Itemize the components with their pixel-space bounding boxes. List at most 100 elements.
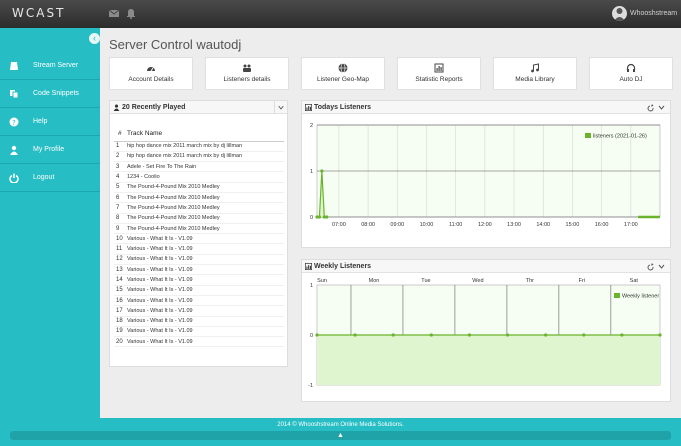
chevron-down-icon[interactable] (274, 101, 287, 114)
row-number: 7 (114, 202, 127, 214)
column-header-number: # (114, 126, 127, 142)
table-row: 20 Various - What It Is - V1.09 (114, 336, 284, 348)
row-number: 15 (114, 285, 127, 296)
table-row: 2 hip hop dance mix 2011 march mix by dj … (114, 151, 284, 163)
table-row: 10 Various - What It Is - V1.09 (114, 233, 284, 245)
row-number: 1 (114, 141, 127, 152)
user-avatar-icon (614, 8, 625, 21)
listeners-details-button[interactable]: Listeners details (205, 57, 289, 90)
auto-dj-button[interactable]: Auto DJ (589, 57, 673, 90)
data-point (620, 333, 624, 337)
row-number: 20 (114, 336, 127, 348)
top-bar: WCAST Whooshstream (0, 0, 681, 28)
track-name: The Pound-4-Pound Mix 2010 Medley (127, 202, 284, 214)
legend-label: Weekly listener (622, 294, 659, 300)
panel-tools[interactable] (647, 262, 667, 271)
main-content: ‹ Server Control wautodj Account Details… (89, 28, 681, 418)
track-name: hip hop dance mix 2011 march mix by dj l… (127, 141, 284, 152)
globe-icon (338, 63, 348, 73)
track-name: Various - What It Is - V1.09 (127, 305, 284, 317)
table-row: 16 Various - What It Is - V1.09 (114, 295, 284, 307)
row-number: 4 (114, 171, 127, 183)
mail-icon[interactable] (108, 7, 120, 19)
sidebar-collapse-button[interactable]: ‹ (89, 33, 100, 44)
sidebar-item-label: Stream Server (33, 62, 79, 69)
panel-title: 20 Recently Played (122, 104, 186, 111)
sidebar-item-label: My Profile (33, 146, 65, 153)
x-tick-label: 16:00 (595, 222, 609, 228)
x-tick-label: 09:00 (390, 222, 404, 228)
row-number: 6 (114, 192, 127, 204)
quick-link-label: Account Details (128, 76, 174, 83)
todays-listeners-panel: Todays Listeners 07:00 08:00 09:00 10:00 11:… (301, 100, 671, 248)
panel-tools[interactable] (647, 103, 667, 112)
data-point (317, 215, 322, 219)
panel-header: 20 Recently Played (110, 101, 287, 114)
scroll-to-top-button[interactable]: ▲ (10, 431, 671, 440)
data-point (505, 333, 510, 337)
row-number: 11 (114, 243, 127, 255)
column-header-track: Track Name (127, 126, 284, 142)
user-icon (113, 104, 120, 111)
legend-label: listeners (2021-01-26) (593, 134, 647, 140)
chevron-down-icon (658, 105, 665, 110)
y-tick-label: 0 (310, 215, 313, 221)
x-tick-label: 14:00 (536, 222, 550, 228)
row-number: 19 (114, 326, 127, 338)
track-name: The Pound-4-Pound Mix 2010 Medley (127, 182, 284, 193)
table-row: 9 The Pound-4-Pound Mix 2010 Medley (114, 223, 284, 235)
dashboard-icon (147, 67, 155, 72)
panel-title: Weekly Listeners (314, 263, 372, 270)
x-tick-label: 15:00 (566, 222, 580, 228)
avatar[interactable] (612, 6, 627, 21)
row-number: 18 (114, 316, 127, 327)
track-name: Various - What It Is - V1.09 (127, 233, 284, 245)
track-name: Various - What It Is - V1.09 (127, 326, 284, 338)
row-number: 3 (114, 161, 127, 173)
sidebar-item-label: Help (33, 118, 48, 125)
track-name: hip hop dance mix 2011 march mix by dj l… (127, 151, 284, 163)
statistic-reports-button[interactable]: Statistic Reports (397, 57, 481, 90)
track-name: 1234 - Coolio (127, 171, 284, 183)
sidebar-item-help[interactable]: ? Help (0, 108, 100, 136)
track-name: Adele - Set Fire To The Rain (127, 161, 284, 173)
x-tick-label: Sat (630, 278, 639, 284)
svg-text:?: ? (12, 119, 16, 127)
account-details-button[interactable]: Account Details (109, 57, 193, 90)
x-tick-label: 07:00 (332, 222, 346, 228)
table-row: 14 Various - What It Is - V1.09 (114, 274, 284, 286)
data-point (391, 333, 395, 337)
question-icon: ? (9, 117, 19, 127)
listener-geo-map-button[interactable]: Listener Geo-Map (301, 57, 385, 90)
panel-title: Todays Listeners (314, 104, 372, 111)
table-row: 15 Various - What It Is - V1.09 (114, 285, 284, 296)
track-name: Various - What It Is - V1.09 (127, 336, 284, 348)
row-number: 12 (114, 254, 127, 266)
media-library-button[interactable]: Media Library (493, 57, 577, 90)
bell-icon[interactable] (125, 7, 137, 19)
sidebar-item-label: Logout (33, 174, 55, 181)
headphones-icon (626, 63, 636, 72)
x-tick-label: Wed (472, 278, 483, 284)
copy-icon (10, 90, 19, 99)
row-number: 9 (114, 223, 127, 235)
arrow-up-icon: ▲ (337, 432, 344, 439)
user-name[interactable]: Whooshstream (630, 10, 677, 17)
track-name: The Pound-4-Pound Mix 2010 Medley (127, 223, 284, 235)
x-tick-label: Tue (421, 278, 430, 284)
todays-listeners-chart: 07:00 08:00 09:00 10:00 11:00 12:00 13:00 14:00… (310, 123, 661, 228)
recently-played-panel: 20 Recently Played # Track Name 1 hip hop… (109, 100, 288, 367)
y-tick-label: 0 (310, 333, 313, 339)
x-tick-label: Fri (579, 278, 585, 284)
y-tick-label: 1 (310, 169, 313, 175)
track-name: Various - What It Is - V1.09 (127, 274, 284, 286)
data-point (353, 333, 357, 337)
legend-swatch (585, 133, 591, 138)
sidebar-item-code-snippets[interactable]: Code Snippets (0, 80, 100, 108)
sidebar-item-logout[interactable]: Logout (0, 164, 100, 192)
sidebar-item-my-profile[interactable]: My Profile (0, 136, 100, 164)
quick-link-label: Auto DJ (619, 76, 643, 83)
y-tick-label: 2 (310, 123, 313, 129)
x-tick-label: 11:00 (449, 222, 462, 228)
sidebar-item-stream-server[interactable]: Stream Server (0, 52, 100, 80)
